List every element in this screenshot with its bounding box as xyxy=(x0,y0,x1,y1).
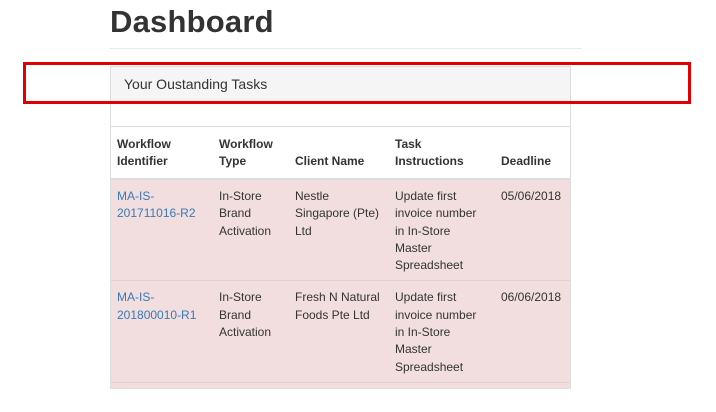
client-name-cell: Nestle Singapore (Pte) Ltd xyxy=(289,178,389,281)
table-header-row: Workflow Identifier Workflow Type Client N… xyxy=(111,127,570,180)
workflow-type-cell: In-Store Brand Activation xyxy=(213,178,289,281)
outstanding-tasks-panel: Your Oustanding Tasks Workflow Identifier… xyxy=(110,66,571,389)
workflow-identifier-cell: MA-IS- 201800010-R1 xyxy=(111,280,213,382)
panel-spacer xyxy=(111,102,570,127)
workflow-identifier-link[interactable]: MA-IS- 201800010-R1 xyxy=(117,290,196,321)
column-header-workflow-type[interactable]: Workflow Type xyxy=(213,127,289,180)
task-instructions-cell: Update first invoice number in In-Store Mas… xyxy=(389,280,495,382)
deadline-cell: 06/06/2018 xyxy=(495,280,570,382)
task-instructions-cell: Update first invoice number in In-Store Mas… xyxy=(389,178,495,281)
column-header-deadline[interactable]: Deadline xyxy=(495,127,570,180)
tasks-table: Workflow Identifier Workflow Type Client N… xyxy=(111,127,570,382)
title-divider xyxy=(110,48,582,49)
client-name-cell: Fresh N Natural Foods Pte Ltd xyxy=(289,280,389,382)
workflow-type-cell: In-Store Brand Activation xyxy=(213,280,289,382)
column-header-client-name[interactable]: Client Name xyxy=(289,127,389,180)
workflow-identifier-cell: MA-IS- 201711016-R2 xyxy=(111,178,213,281)
table-row[interactable]: MA-IS- 201800010-R1 In-Store Brand Activati… xyxy=(111,280,570,382)
table-partial-row xyxy=(111,381,570,388)
workflow-identifier-link[interactable]: MA-IS- 201711016-R2 xyxy=(117,189,196,220)
column-header-task-instructions[interactable]: Task Instructions xyxy=(389,127,495,180)
page-title: Dashboard xyxy=(110,4,274,39)
panel-heading: Your Oustanding Tasks xyxy=(111,67,570,102)
column-header-workflow-identifier[interactable]: Workflow Identifier xyxy=(111,127,213,180)
deadline-cell: 05/06/2018 xyxy=(495,178,570,281)
table-row[interactable]: MA-IS- 201711016-R2 In-Store Brand Activati… xyxy=(111,178,570,281)
